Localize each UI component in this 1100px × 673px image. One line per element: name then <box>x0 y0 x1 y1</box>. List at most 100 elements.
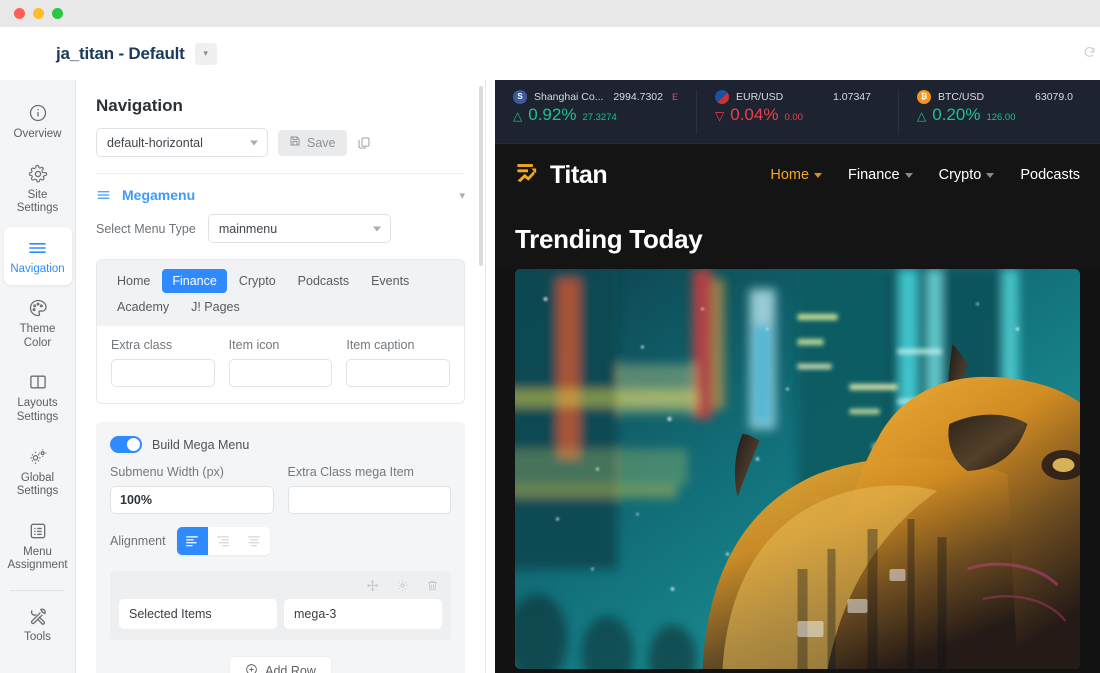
ticker-item[interactable]: ₿ BTC/USD 63079.0 △ 0.20% 126.00 <box>899 89 1100 134</box>
megamenu-section-header[interactable]: Megamenu ▾ <box>76 174 485 214</box>
nav-link-podcasts[interactable]: Podcasts <box>1020 167 1080 183</box>
alignment-button-group <box>176 527 270 555</box>
tab-j-pages[interactable]: J! Pages <box>181 295 250 319</box>
ticker-name: BTC/USD <box>938 90 985 103</box>
panel-title: Navigation <box>96 96 183 115</box>
panel-preview-gap <box>486 80 495 673</box>
align-left-icon[interactable] <box>176 527 208 555</box>
menu-type-select[interactable]: mainmenu <box>207 214 391 243</box>
alignment-row: Alignment <box>110 527 451 555</box>
tab-events[interactable]: Events <box>361 269 419 293</box>
site-nav-links: Home Finance Crypto Podcasts <box>770 167 1080 183</box>
sidebar-item-label: Site Settings <box>16 188 59 215</box>
eurusd-flag-icon <box>715 89 729 104</box>
window-titlebar <box>0 0 1100 27</box>
nav-link-finance[interactable]: Finance <box>848 167 913 183</box>
window-minimize-button[interactable] <box>33 8 44 19</box>
hero-image[interactable] <box>515 269 1080 669</box>
extra-class-input[interactable] <box>111 359 215 387</box>
ticker-change: 126.00 <box>986 111 1016 123</box>
window-close-button[interactable] <box>14 8 25 19</box>
main-body: Overview Site Settings Navigation Theme … <box>0 80 1100 673</box>
ticker-item[interactable]: EUR/USD 1.07347 ▽ 0.04% 0.00 <box>697 89 899 134</box>
site-brand[interactable]: Titan <box>515 160 608 191</box>
trending-section-header: Trending Today <box>495 206 1100 269</box>
align-right-icon[interactable] <box>208 527 239 555</box>
window-zoom-button[interactable] <box>52 8 63 19</box>
sidebar-item-layouts-settings[interactable]: Layouts Settings <box>4 361 72 433</box>
add-row-button[interactable]: Add Row <box>229 656 332 673</box>
site-brand-name: Titan <box>550 160 608 189</box>
layout-select-value: default-horizontal <box>107 135 203 150</box>
tab-home[interactable]: Home <box>107 269 160 293</box>
chevron-down-icon <box>904 172 913 178</box>
trending-title: Trending Today <box>515 224 703 254</box>
build-mega-menu-row: Build Mega Menu <box>110 436 451 453</box>
submenu-width-input[interactable] <box>110 486 274 514</box>
nav-link-label: Home <box>770 167 810 183</box>
chevron-down-icon <box>372 226 381 231</box>
sidebar-item-menu-assignment[interactable]: Menu Assignment <box>4 510 72 582</box>
ticker-change: 0.00 <box>784 111 803 123</box>
mega-class-input[interactable] <box>284 599 442 629</box>
refresh-button[interactable]: R <box>1083 27 1100 80</box>
palette-icon <box>28 298 48 318</box>
item-caption-input[interactable] <box>346 359 451 387</box>
mega-row-tools <box>119 579 442 592</box>
chevron-down-icon[interactable]: ▾ <box>194 42 217 65</box>
nav-link-crypto[interactable]: Crypto <box>939 167 995 183</box>
mega-settings-row: Submenu Width (px) Extra Class mega Item <box>110 465 451 514</box>
extra-class-mega-label: Extra Class mega Item <box>287 465 414 479</box>
floppy-disk-icon <box>289 135 301 150</box>
tab-podcasts[interactable]: Podcasts <box>288 269 359 293</box>
align-center-icon[interactable] <box>239 527 270 555</box>
site-preview: S Shanghai Co... 2994.7302 E △ 0.92% 27.… <box>495 80 1100 673</box>
save-button[interactable]: Save <box>278 129 347 156</box>
sidebar-item-site-settings[interactable]: Site Settings <box>4 153 72 225</box>
titan-arrow-logo-icon <box>515 160 541 191</box>
gear-icon[interactable] <box>396 579 409 592</box>
sidebar-item-theme-color[interactable]: Theme Color <box>4 287 72 359</box>
caret-up-icon: △ <box>917 108 927 123</box>
chevron-down-icon[interactable]: ▾ <box>459 189 465 202</box>
item-icon-input[interactable] <box>228 359 333 387</box>
ticker-item[interactable]: S Shanghai Co... 2994.7302 E △ 0.92% 27.… <box>495 89 697 134</box>
info-circle-icon <box>28 103 48 123</box>
build-mega-menu-toggle[interactable] <box>110 436 142 453</box>
app-header: ja_titan - Default ▾ R <box>0 27 1100 80</box>
extra-class-mega-input[interactable] <box>287 486 451 514</box>
list-card-icon <box>28 521 48 541</box>
sidebar-item-label: Layouts Settings <box>16 397 59 423</box>
ticker-price: 1.07347 <box>833 90 871 103</box>
sidebar-item-label: Theme Color <box>19 323 56 349</box>
layout-select[interactable]: default-horizontal <box>96 128 268 157</box>
plus-circle-icon <box>245 663 258 673</box>
sidebar-item-navigation[interactable]: Navigation <box>3 226 72 286</box>
nav-link-label: Crypto <box>938 167 982 183</box>
sidebar-item-global-settings[interactable]: Global Settings <box>4 436 72 508</box>
page-title: ja_titan - Default <box>56 43 185 63</box>
ticker-name: Shanghai Co... <box>534 90 604 103</box>
copy-icon[interactable] <box>357 136 371 150</box>
tab-academy[interactable]: Academy <box>107 295 179 319</box>
ticker-change: 27.3274 <box>582 111 617 123</box>
ticker-price: 63079.0 <box>1035 90 1073 103</box>
nav-link-label: Podcasts <box>1020 167 1080 183</box>
nav-link-home[interactable]: Home <box>770 167 823 183</box>
move-icon[interactable] <box>366 579 379 592</box>
selected-items-input[interactable] <box>119 599 277 629</box>
sidebar: Overview Site Settings Navigation Theme … <box>0 80 76 673</box>
tab-finance[interactable]: Finance <box>162 269 227 293</box>
chevron-down-icon <box>814 172 823 178</box>
menu-type-label: Select Menu Type <box>96 221 196 236</box>
panel-scrollbar[interactable] <box>479 86 483 266</box>
sidebar-item-tools[interactable]: Tools <box>4 595 72 654</box>
trash-icon[interactable] <box>426 579 439 592</box>
ticker-name: EUR/USD <box>736 90 784 103</box>
sidebar-item-overview[interactable]: Overview <box>4 92 72 151</box>
shanghai-icon: S <box>513 89 527 104</box>
bitcoin-icon: ₿ <box>917 89 931 104</box>
tab-crypto[interactable]: Crypto <box>229 269 286 293</box>
panel-controls: default-horizontal Save <box>96 128 465 157</box>
menu-item-tabs: Home Finance Crypto Podcasts Events Acad… <box>97 260 464 326</box>
